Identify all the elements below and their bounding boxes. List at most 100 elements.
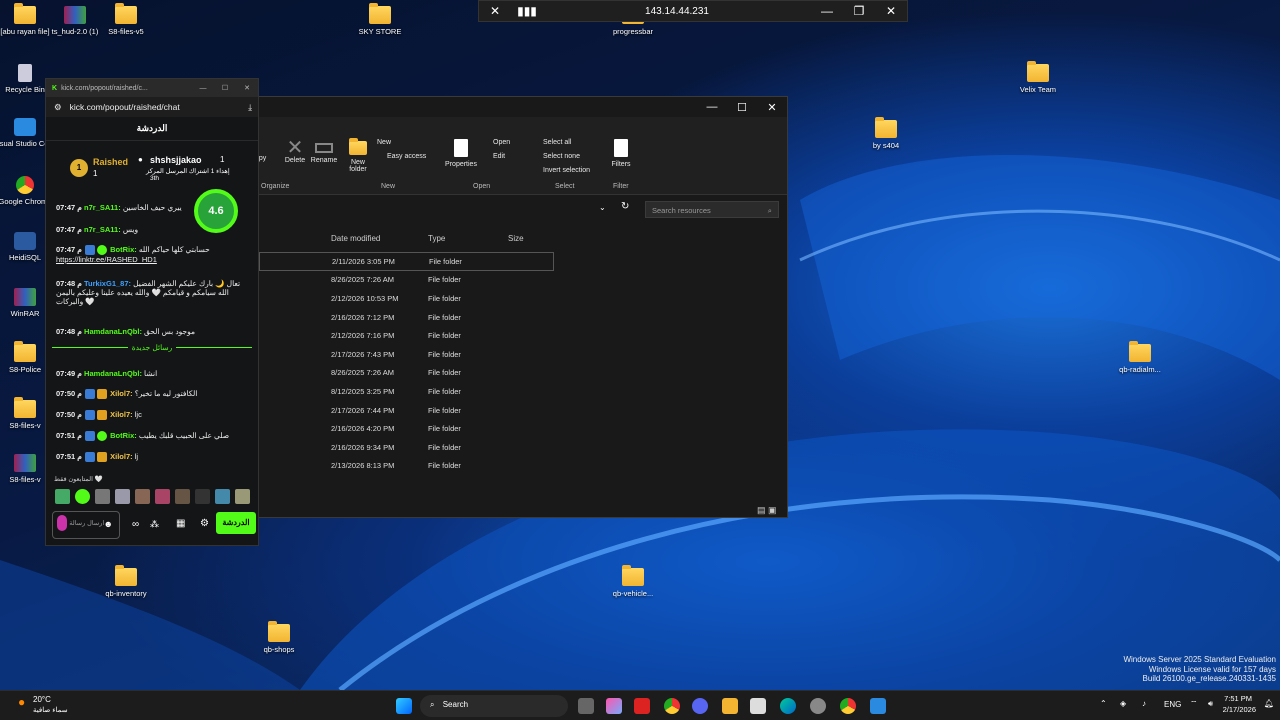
chrome-icon[interactable] — [840, 698, 856, 714]
table-row[interactable]: 8/26/2025 7:26 AM File folder — [259, 271, 554, 290]
avatar[interactable] — [75, 489, 90, 504]
share-icon[interactable]: ⁂ — [150, 519, 159, 530]
new-item-button[interactable]: New — [377, 139, 391, 146]
column-date-modified[interactable]: Date modified — [259, 234, 428, 243]
chat-input[interactable]: ارسال رسالة ☻ — [52, 511, 120, 539]
close-button[interactable]: ✕ — [757, 101, 787, 114]
weather-icon[interactable]: ● — [18, 695, 25, 709]
table-row[interactable]: 2/16/2026 7:12 PM File folder — [259, 308, 554, 327]
refresh-icon[interactable]: ↻ — [621, 201, 629, 212]
task-view-icon[interactable] — [578, 698, 594, 714]
chat-message[interactable]: 07:48 م TurkixG1_87: تعال 🌙 بارك عليكم ا… — [56, 279, 252, 306]
table-row[interactable]: 2/17/2026 7:43 PM File folder — [259, 345, 554, 364]
column-type[interactable]: Type — [428, 234, 508, 243]
close-button[interactable]: ✕ — [875, 4, 907, 18]
table-row[interactable]: 2/11/2026 3:05 PM File folder — [259, 252, 554, 271]
desktop-icon-sky-store[interactable]: SKY STORE — [343, 3, 417, 36]
desktop-icon-velix-team[interactable]: Velix Team — [1001, 61, 1075, 94]
notification-icon[interactable]: 🔔︎ — [1264, 699, 1274, 708]
select-none-button[interactable]: Select none — [543, 153, 580, 160]
vscode-icon[interactable] — [870, 698, 886, 714]
chat-message[interactable]: 07:50 م Xilol7: ljc — [56, 410, 252, 421]
link-icon[interactable]: ∞ — [132, 519, 139, 530]
signal-icon[interactable]: ▮▮▮ — [511, 4, 543, 18]
new-folder-button[interactable]: New folder — [345, 138, 371, 173]
table-row[interactable]: 2/17/2026 7:44 PM File folder — [259, 401, 554, 420]
table-row[interactable]: 2/13/2026 8:13 PM File folder — [259, 457, 554, 476]
acrobat-icon[interactable] — [634, 698, 650, 714]
table-row[interactable]: 2/16/2026 9:34 PM File folder — [259, 438, 554, 457]
chat-message[interactable]: 07:47 م BotRix: حسابتي كلها حياكم الله ht… — [56, 245, 252, 264]
avatar[interactable] — [155, 489, 170, 504]
weather-desc[interactable]: سماء صافية — [33, 706, 68, 714]
minimize-button[interactable]: — — [192, 85, 214, 92]
file-explorer-icon[interactable] — [722, 698, 738, 714]
chat-message[interactable]: 07:49 م HamdanaLnQbl: انشا — [56, 369, 252, 378]
chat-message[interactable]: 07:47 م n7r_SA11: ييري حيف الخاسين — [56, 203, 252, 212]
chat-message[interactable]: 07:47 م n7r_SA11: ويس — [56, 225, 252, 234]
weather-temp[interactable]: 20°C — [33, 695, 51, 704]
avatar[interactable] — [175, 489, 190, 504]
wifi-icon[interactable]: ⌔ — [1190, 699, 1198, 709]
rename-button[interactable]: Rename — [309, 139, 339, 164]
view-toggle[interactable]: ▤ ▣ — [757, 505, 777, 516]
desktop-icon-qb-vehicle[interactable]: qb-vehicle... — [596, 565, 670, 598]
language-indicator[interactable]: ENG — [1164, 700, 1181, 709]
table-row[interactable]: 2/16/2026 4:20 PM File folder — [259, 419, 554, 438]
invert-selection-button[interactable]: Invert selection — [543, 167, 590, 174]
chat-message[interactable]: 07:51 م BotRix: صلي على الحبيب قلبك يطيب — [56, 431, 252, 442]
restore-button[interactable]: ❐ — [843, 4, 875, 18]
avatar[interactable] — [135, 489, 150, 504]
table-row[interactable]: 8/12/2025 3:25 PM File folder — [259, 382, 554, 401]
avatar[interactable] — [215, 489, 230, 504]
search-input[interactable]: Search resources ⌕ — [645, 201, 779, 218]
start-icon[interactable] — [396, 698, 412, 714]
top-gifter-name[interactable]: Raished — [93, 157, 128, 167]
send-chat-button[interactable]: الدردشة — [216, 512, 256, 534]
avatar[interactable] — [195, 489, 210, 504]
table-row[interactable]: 8/26/2025 7:26 AM File folder — [259, 364, 554, 383]
settings-icon[interactable] — [810, 698, 826, 714]
desktop-icon-s8-files-v5[interactable]: S8-files-v5 — [89, 3, 163, 36]
table-row[interactable]: 2/12/2026 10:53 PM File folder — [259, 289, 554, 308]
download-icon[interactable]: ⤓ — [248, 102, 252, 113]
minimize-button[interactable]: — — [811, 4, 843, 18]
table-row[interactable]: 2/12/2026 7:16 PM File folder — [259, 326, 554, 345]
chevron-down-icon[interactable]: ⌄ — [599, 203, 606, 212]
close-button[interactable]: ✕ — [236, 84, 258, 92]
edit-button[interactable]: Edit — [493, 153, 505, 160]
gear-icon[interactable]: ⚙ — [200, 518, 209, 529]
store-icon[interactable]: ▦ — [176, 518, 185, 529]
show-hidden-icons[interactable]: ⌃ — [1100, 699, 1107, 708]
chat-message[interactable]: 07:51 م Xilol7: lj — [56, 452, 252, 463]
avatar[interactable] — [95, 489, 110, 504]
discord-icon[interactable] — [692, 698, 708, 714]
volume-icon[interactable]: 🔊︎ — [1208, 699, 1213, 709]
restore-button[interactable]: ☐ — [214, 84, 236, 92]
gifter-name[interactable]: shshsjjakao — [150, 155, 202, 165]
select-all-button[interactable]: Select all — [543, 139, 571, 146]
desktop-icon-qb-shops[interactable]: qb-shops — [242, 621, 316, 654]
microphone-icon[interactable]: ♪ — [1142, 699, 1146, 708]
maximize-button[interactable]: ☐ — [727, 101, 757, 114]
store-icon[interactable] — [750, 698, 766, 714]
chat-link[interactable]: https://linktr.ee/RASHED_HD1 — [56, 255, 157, 264]
easy-access-button[interactable]: Easy access — [387, 153, 426, 160]
copilot-icon[interactable] — [606, 698, 622, 714]
site-settings-icon[interactable]: ⚙ — [54, 102, 62, 113]
properties-button[interactable]: Properties — [441, 139, 481, 168]
clock-date[interactable]: 2/17/2026 — [1223, 705, 1256, 714]
avatar[interactable] — [55, 489, 70, 504]
delete-button[interactable]: ✕ Delete — [281, 138, 309, 164]
taskbar-search[interactable]: ⌕ Search — [420, 695, 568, 717]
chrome-icon[interactable] — [664, 698, 680, 714]
chat-message[interactable]: 07:50 م Xilol7: الكافتور ليه ما تخير؟ — [56, 389, 252, 400]
clock-time[interactable]: 7:51 PM — [1224, 694, 1252, 703]
chat-message[interactable]: 07:48 م HamdanaLnQbl: موجود بس الحق — [56, 327, 252, 336]
desktop-icon-qb-inventory[interactable]: qb-inventory — [89, 565, 163, 598]
avatar[interactable] — [235, 489, 250, 504]
desktop-icon-by-s404[interactable]: by s404 — [849, 117, 923, 150]
minimize-button[interactable]: — — [697, 101, 727, 113]
network-icon[interactable]: ◈ — [1120, 699, 1126, 708]
unpin-icon[interactable]: ✕ — [479, 4, 511, 18]
